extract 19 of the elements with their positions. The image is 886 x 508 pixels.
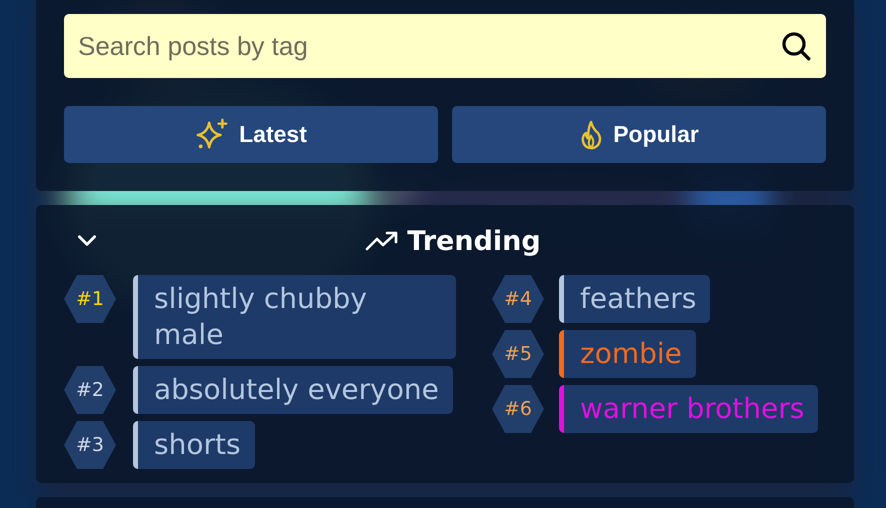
tag-link[interactable]: slightly chubby male bbox=[133, 275, 456, 359]
rank-badge: #6 bbox=[492, 385, 544, 433]
flame-icon bbox=[579, 118, 604, 150]
trending-up-icon bbox=[365, 230, 400, 252]
rank-badge: #5 bbox=[492, 330, 544, 378]
sparkle-icon bbox=[195, 118, 230, 152]
latest-button[interactable]: Latest bbox=[64, 106, 438, 163]
tag-link[interactable]: feathers bbox=[559, 275, 710, 323]
rank-badge: #3 bbox=[64, 421, 116, 469]
search-icon bbox=[780, 30, 812, 62]
rank-badge: #4 bbox=[492, 275, 544, 323]
section-title: Trending bbox=[407, 226, 541, 256]
popular-button[interactable]: Popular bbox=[452, 106, 826, 163]
tag-link[interactable]: zombie bbox=[559, 330, 696, 378]
rank-badge: #2 bbox=[64, 366, 116, 414]
rank-badge: #1 bbox=[64, 275, 116, 323]
tag-link[interactable]: absolutely everyone bbox=[133, 366, 453, 414]
tag-link[interactable]: shorts bbox=[133, 421, 255, 469]
search-field[interactable]: Search posts by tag bbox=[64, 14, 826, 78]
